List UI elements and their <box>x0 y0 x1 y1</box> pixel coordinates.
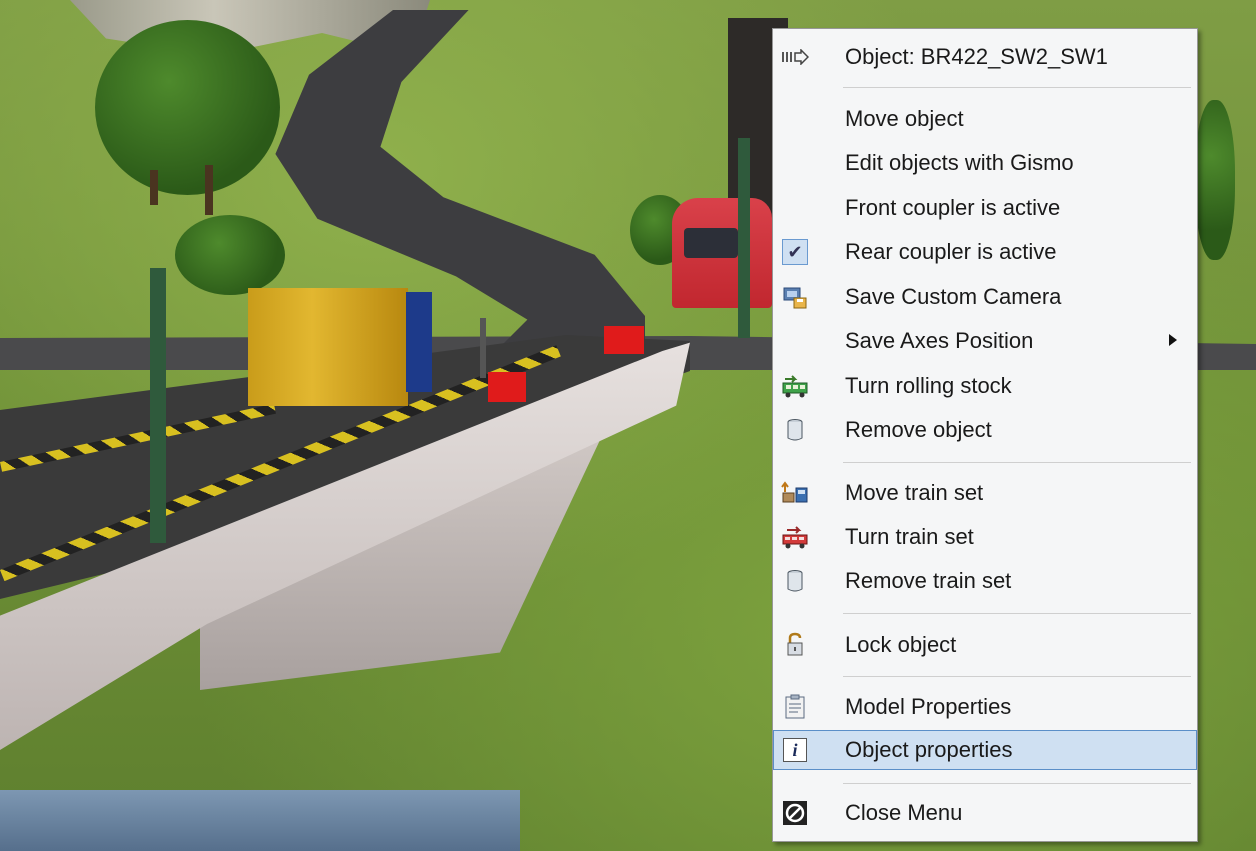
check-mark: ✔ <box>787 241 803 262</box>
menu-separator <box>843 462 1191 463</box>
menu-item-edit-gismo[interactable]: Edit objects with Gismo <box>773 143 1197 183</box>
info-icon: i <box>781 736 809 764</box>
catenary-pole <box>738 138 750 338</box>
turn-train-icon <box>781 523 809 551</box>
bush <box>175 215 285 295</box>
menu-item-label: Move train set <box>845 480 984 505</box>
menu-item-rear-coupler[interactable]: ✔ Rear coupler is active <box>773 232 1197 272</box>
menu-separator <box>843 613 1191 614</box>
object-context-menu: Object: BR422_SW2_SW1 Move object Edit o… <box>772 28 1198 842</box>
menu-item-object-properties[interactable]: i Object properties <box>773 730 1197 770</box>
trash-can-icon <box>781 416 809 444</box>
menu-item-move-object[interactable]: Move object <box>773 99 1197 139</box>
submenu-arrow-icon <box>1169 334 1177 346</box>
menu-item-label: Object properties <box>845 737 1013 762</box>
red-barrier <box>604 326 644 354</box>
menu-item-label: Move object <box>845 106 964 131</box>
truck-trailer[interactable] <box>248 288 408 406</box>
menu-item-turn-train-set[interactable]: Turn train set <box>773 517 1197 557</box>
move-train-icon <box>781 479 809 507</box>
tree <box>1195 100 1235 260</box>
menu-separator <box>843 676 1191 677</box>
camera-save-icon <box>781 283 809 311</box>
turn-wagon-icon <box>781 372 809 400</box>
menu-item-label: Turn train set <box>845 524 974 549</box>
tree-trunk <box>150 170 158 205</box>
menu-item-remove-object[interactable]: Remove object <box>773 410 1197 450</box>
menu-item-label: Turn rolling stock <box>845 373 1012 398</box>
menu-item-label: Save Axes Position <box>845 328 1034 353</box>
menu-item-label: Model Properties <box>845 694 1012 719</box>
menu-item-label: Remove train set <box>845 568 1012 593</box>
menu-item-save-custom-camera[interactable]: Save Custom Camera <box>773 277 1197 317</box>
tree-trunk <box>205 165 213 215</box>
object-arrow-icon <box>781 43 809 71</box>
menu-item-front-coupler[interactable]: Front coupler is active <box>773 188 1197 228</box>
trash-can-icon <box>781 567 809 595</box>
menu-item-label: Edit objects with Gismo <box>845 150 1074 175</box>
menu-item-remove-train-set[interactable]: Remove train set <box>773 561 1197 601</box>
water <box>0 790 520 851</box>
train-windshield <box>684 228 738 258</box>
menu-item-label: Save Custom Camera <box>845 284 1062 309</box>
menu-separator <box>843 87 1191 88</box>
menu-item-save-axes-position[interactable]: Save Axes Position <box>773 321 1197 361</box>
menu-item-model-properties[interactable]: Model Properties <box>773 687 1197 727</box>
padlock-icon <box>781 631 809 659</box>
menu-item-turn-rolling-stock[interactable]: Turn rolling stock <box>773 366 1197 406</box>
menu-item-label: Remove object <box>845 417 992 442</box>
truck-cab[interactable] <box>406 292 432 392</box>
menu-item-label: Rear coupler is active <box>845 239 1057 264</box>
menu-separator <box>843 783 1191 784</box>
menu-item-close-menu[interactable]: Close Menu <box>773 793 1197 833</box>
menu-item-label: Lock object <box>845 632 957 657</box>
level-crossing-sign <box>480 318 486 378</box>
menu-header-label: Object: BR422_SW2_SW1 <box>845 44 1108 69</box>
tree <box>95 20 280 195</box>
menu-item-move-train-set[interactable]: Move train set <box>773 473 1197 513</box>
close-circle-icon <box>781 799 809 827</box>
catenary-pole <box>150 268 166 543</box>
menu-item-lock-object[interactable]: Lock object <box>773 625 1197 665</box>
checkbox-checked-icon: ✔ <box>781 238 809 266</box>
menu-header: Object: BR422_SW2_SW1 <box>773 37 1197 77</box>
red-barrier <box>488 372 526 402</box>
menu-item-label: Close Menu <box>845 800 963 825</box>
info-glyph: i <box>792 739 798 760</box>
clipboard-icon <box>781 693 809 721</box>
menu-item-label: Front coupler is active <box>845 195 1061 220</box>
